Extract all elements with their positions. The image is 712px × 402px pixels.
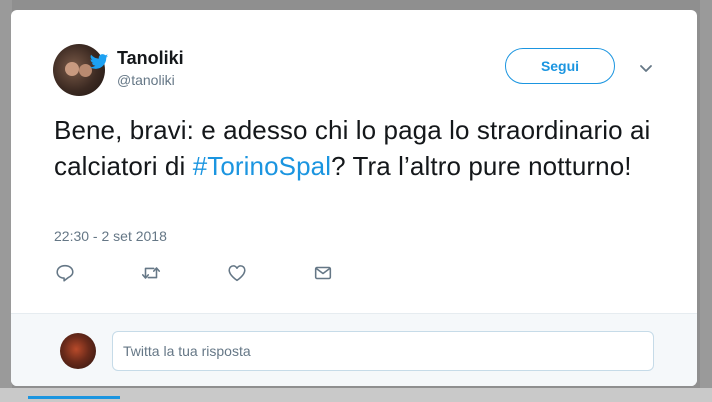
bottom-accent-bar [28,396,120,399]
author-handle[interactable]: @tanoliki [117,72,175,88]
user-avatar [60,333,96,369]
page-backdrop-right [700,0,712,402]
tweet-card: Tanoliki @tanoliki Segui Bene, bravi: e … [11,10,697,386]
follow-button[interactable]: Segui [505,48,615,84]
reply-input[interactable]: Twitta la tua risposta [112,331,654,371]
chevron-down-icon[interactable] [636,58,656,78]
tweet-text-tail: ? Tra l’altro pure notturno! [331,151,632,181]
heart-icon[interactable] [226,262,248,284]
page-bottom-strip [0,388,712,402]
envelope-icon[interactable] [312,262,334,284]
reply-area: Twitta la tua risposta [11,313,697,386]
reply-icon[interactable] [54,262,76,284]
avatar-face [65,62,79,76]
hashtag-link[interactable]: #TorinoSpal [193,151,331,181]
tweet-text: Bene, bravi: e adesso chi lo paga lo str… [54,112,664,184]
twitter-bird-icon [89,54,109,69]
retweet-icon[interactable] [140,262,162,284]
author-name[interactable]: Tanoliki [117,48,184,69]
tweet-header: Tanoliki @tanoliki Segui [11,10,697,106]
tweet-timestamp[interactable]: 22:30 - 2 set 2018 [54,228,167,244]
